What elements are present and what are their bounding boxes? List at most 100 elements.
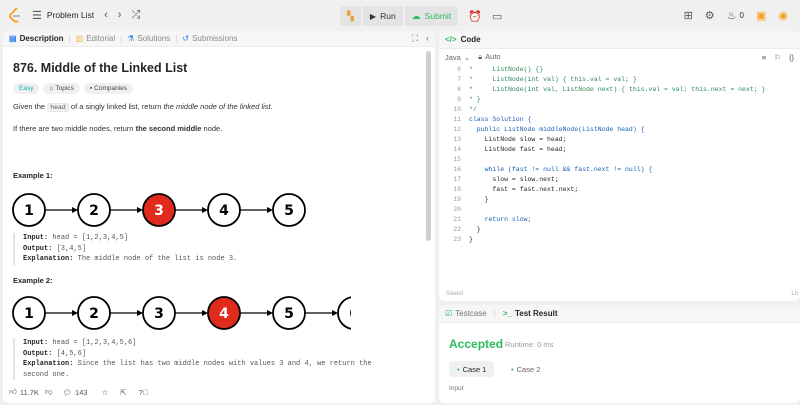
explanation-label: Explanation:	[23, 255, 74, 263]
run-button[interactable]: ▶ Run	[362, 6, 403, 26]
test-panel: ☑ Testcase | >_ Test Result Accepted Runti…	[439, 305, 800, 403]
example-2-explanation-cont: second one.	[23, 370, 70, 379]
case-2-tab[interactable]: • Case 2	[503, 361, 548, 377]
example-2-title: Example 2:	[13, 276, 53, 285]
description-scrollbar[interactable]	[426, 51, 431, 381]
code-line[interactable]: 7 * ListNode(int val) { this.val = val; }	[443, 75, 800, 85]
list-node-value: 2	[89, 306, 99, 322]
format-icon[interactable]: ≡	[762, 53, 766, 62]
like-button[interactable]: 👍︎ 11.7K	[9, 387, 39, 397]
code-line[interactable]: 12 public ListNode middleNode(ListNode h…	[443, 125, 800, 135]
case-2-label: Case 2	[516, 364, 541, 374]
code-line[interactable]: 17 slow = slow.next;	[443, 175, 800, 185]
tab-divider: |	[493, 309, 496, 318]
document-icon: ▤	[9, 34, 17, 43]
code-line[interactable]: 20	[443, 205, 800, 215]
companies-chip[interactable]: ▪ Companies	[83, 83, 134, 94]
submit-button[interactable]: ☁ Submit	[404, 6, 459, 26]
submit-label: Submit	[424, 11, 452, 21]
example-1-explanation: Explanation: The middle node of the list…	[23, 254, 237, 265]
tab-solutions[interactable]: ⚗ Solutions	[127, 34, 170, 43]
braces-icon[interactable]: {}	[789, 53, 794, 62]
line-text: slow = slow.next;	[469, 176, 559, 183]
flask-icon: ⚗	[127, 34, 135, 43]
input-label: Input:	[23, 234, 49, 242]
example-2-output: Output: [4,5,6]	[23, 349, 372, 360]
avatar[interactable]: ◉	[778, 9, 788, 22]
share-icon[interactable]: ⇱	[120, 388, 126, 397]
line-number: 13	[453, 136, 461, 143]
list-node-value: 2	[89, 203, 99, 219]
comments-count: 143	[75, 387, 88, 397]
notes-icon[interactable]: ▭	[492, 10, 502, 23]
tab-testcase[interactable]: ☑ Testcase	[445, 309, 487, 318]
next-problem-icon[interactable]: ›	[118, 9, 122, 21]
code-line[interactable]: 9 * }	[443, 95, 800, 105]
case-1-tab[interactable]: • Case 1	[449, 361, 495, 377]
list-node-value: 6	[349, 306, 351, 322]
code-line[interactable]: 11 class Solution {	[443, 115, 800, 125]
code-editor[interactable]: 6 * ListNode() {} 7 * ListNode(int val) { t…	[439, 65, 800, 245]
shuffle-icon[interactable]: ⤮	[131, 9, 140, 22]
alarm-clock-icon[interactable]: ⏰	[468, 10, 482, 23]
statement-text: .	[270, 102, 273, 111]
code-line[interactable]: 8 * ListNode(int val, ListNode next) { th…	[443, 85, 800, 95]
note-bold: the second middle	[135, 123, 202, 133]
thumbs-up-icon: 👍︎	[9, 387, 17, 396]
tab-test-result[interactable]: >_ Test Result	[503, 309, 558, 318]
code-line[interactable]: 15	[443, 155, 800, 165]
code-tab-title[interactable]: Code	[461, 35, 481, 44]
line-text: while (fast != null && fast.next != null…	[469, 166, 653, 173]
input-value: head = [1,2,3,4,5,6]	[52, 339, 137, 347]
explanation-label: Explanation:	[23, 360, 74, 368]
code-line[interactable]: 14 ListNode fast = head;	[443, 145, 800, 155]
code-line[interactable]: 19 }	[443, 195, 800, 205]
tab-submissions[interactable]: ↺ Submissions	[182, 34, 237, 43]
streak-fire-icon[interactable]: ♨ 0	[727, 9, 744, 22]
layout-grid-icon[interactable]: ⊞	[684, 9, 693, 22]
list-node-value: 1	[24, 203, 34, 219]
help-icon[interactable]: ?⃝	[139, 388, 149, 397]
likes-count: 11.7K	[19, 387, 39, 397]
code-line[interactable]: 21 return slow;	[443, 215, 800, 225]
comments-button[interactable]: 💬︎ 143	[63, 388, 88, 397]
auto-mode-toggle[interactable]: 🔒︎ Auto	[478, 52, 500, 62]
problem-list-icon[interactable]: ☰	[32, 9, 42, 22]
prev-problem-icon[interactable]: ‹	[104, 9, 108, 21]
code-line[interactable]: 23}	[443, 235, 800, 245]
line-number: 11	[453, 116, 461, 123]
settings-gear-icon[interactable]: ⚙	[705, 9, 715, 22]
line-text: ListNode slow = head;	[469, 136, 567, 143]
tab-solutions-label: Solutions	[137, 34, 171, 43]
favorite-star-icon[interactable]: ☆	[102, 388, 109, 397]
expand-icon[interactable]: ⛶	[412, 33, 418, 44]
code-line[interactable]: 22 }	[443, 225, 800, 235]
thumbs-down-icon: 👎︎	[44, 387, 53, 396]
problem-list-link[interactable]: Problem List	[47, 10, 94, 20]
list-node-value: 5	[284, 203, 294, 219]
scrollbar-thumb[interactable]	[426, 51, 431, 241]
note-text: If there are two middle nodes, return	[13, 123, 134, 133]
explanation-value: The middle node of the list is node 3.	[77, 255, 238, 263]
list-node-value: 3	[154, 306, 164, 322]
dislike-button[interactable]: 👎︎	[45, 387, 53, 397]
collapse-icon[interactable]: ‹	[426, 33, 429, 44]
code-line[interactable]: 13 ListNode slow = head;	[443, 135, 800, 145]
top-bar: ☰ Problem List ‹ › ⤮ ▚ ▶ Run ☁ Submit ⏰ ▭ …	[0, 0, 800, 30]
language-select[interactable]: Java ⌄	[445, 53, 470, 62]
premium-badge-icon[interactable]: ▣	[756, 9, 766, 22]
code-line[interactable]: 18 fast = fast.next.next;	[443, 185, 800, 195]
debug-button[interactable]: ▚	[340, 6, 361, 26]
checkbox-icon: ☑	[445, 309, 453, 318]
line-number: 20	[453, 206, 461, 213]
code-line[interactable]: 6 * ListNode() {}	[443, 65, 800, 75]
tab-editorial[interactable]: ▥ Editorial	[76, 34, 115, 43]
code-line[interactable]: 10 */	[443, 105, 800, 115]
bookmark-icon[interactable]: ⚐	[774, 53, 781, 62]
runtime-text: Runtime: 0 ms	[505, 340, 554, 349]
tab-description[interactable]: ▤ Description	[9, 34, 64, 43]
line-number: 16	[453, 166, 461, 173]
leetcode-logo-icon[interactable]	[8, 7, 22, 23]
code-line[interactable]: 16 while (fast != null && fast.next != n…	[443, 165, 800, 175]
topics-chip[interactable]: ⌂ Topics	[43, 83, 80, 94]
